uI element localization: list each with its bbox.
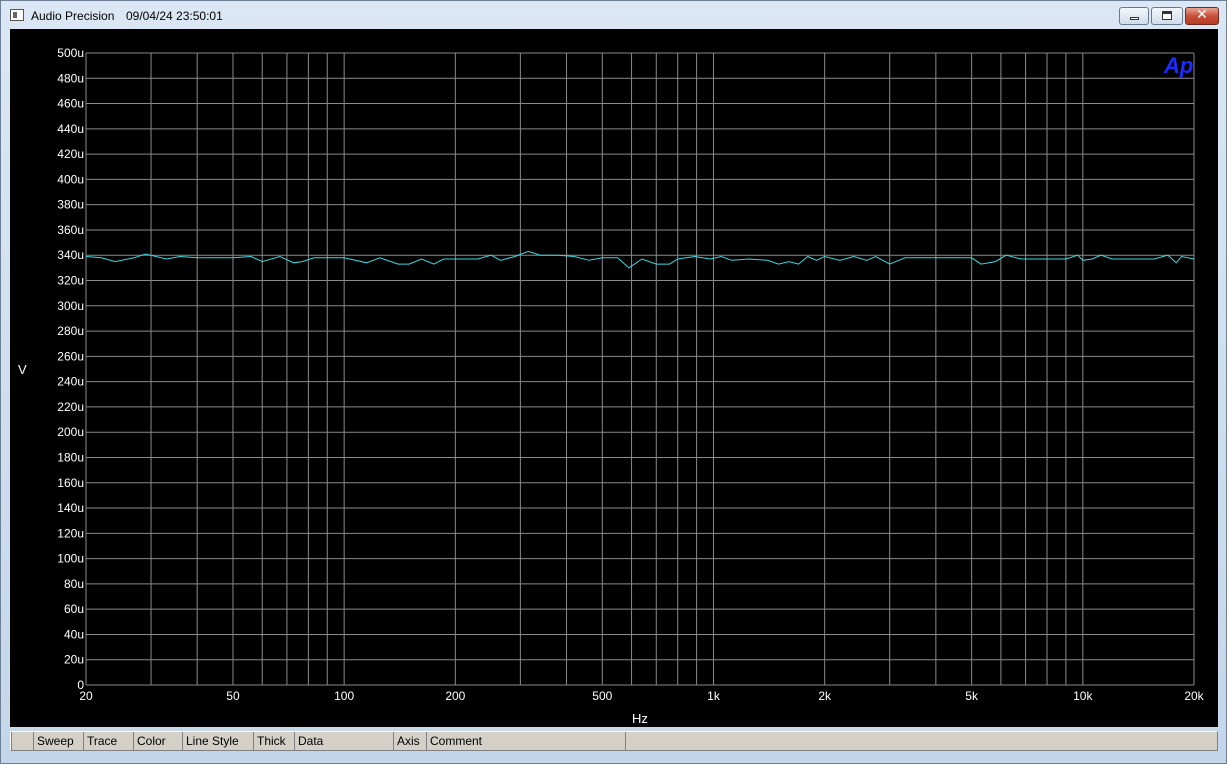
y-tick-label: 280u — [57, 324, 84, 338]
window-timestamp: 09/04/24 23:50:01 — [126, 9, 223, 23]
y-tick-label: 220u — [57, 400, 84, 414]
graph-area[interactable]: 0 20u 40u 60u 80u 100u 120u 140u 160u 180u 200u 220… — [10, 29, 1218, 727]
y-tick-label: 500u — [57, 46, 84, 60]
y-tick-label: 160u — [57, 476, 84, 490]
x-axis-label: Hz — [632, 711, 648, 726]
y-tick-label: 60u — [64, 602, 84, 616]
status-column-empty[interactable] — [11, 732, 33, 750]
status-column-data[interactable]: Data — [294, 732, 393, 750]
y-tick-label: 120u — [57, 526, 84, 540]
x-tick-label: 500 — [592, 689, 612, 703]
status-column-trace[interactable]: Trace — [83, 732, 133, 750]
y-tick-label: 80u — [64, 577, 84, 591]
y-axis-label: V — [18, 362, 27, 377]
x-tick-label: 50 — [226, 689, 240, 703]
y-tick-label: 140u — [57, 501, 84, 515]
close-icon: ✕ — [1196, 7, 1208, 23]
minimize-button[interactable] — [1119, 7, 1149, 25]
window-title: Audio Precision — [31, 9, 115, 23]
y-tick-label: 400u — [57, 172, 84, 186]
y-tick-label: 40u — [64, 627, 84, 641]
status-column-comment[interactable]: Comment — [426, 732, 625, 750]
y-tick-label: 180u — [57, 450, 84, 464]
trace-status-bar: Sweep Trace Color Line Style Thick Data Axis Co… — [10, 731, 1218, 751]
restore-icon — [1162, 11, 1172, 20]
x-tick-label: 10k — [1073, 689, 1093, 703]
y-tick-label: 480u — [57, 71, 84, 85]
ap-logo: Ap — [1163, 53, 1193, 78]
y-tick-label: 20u — [64, 653, 84, 667]
title-bar[interactable]: Audio Precision 09/04/24 23:50:01 ✕ — [1, 1, 1226, 29]
y-tick-label: 460u — [57, 97, 84, 111]
x-tick-label: 1k — [707, 689, 721, 703]
status-column-sweep[interactable]: Sweep — [33, 732, 83, 750]
y-tick-label: 240u — [57, 375, 84, 389]
status-column-color[interactable]: Color — [133, 732, 182, 750]
y-tick-label: 100u — [57, 552, 84, 566]
x-tick-label: 200 — [445, 689, 465, 703]
app-window: Audio Precision 09/04/24 23:50:01 ✕ 0 20u… — [0, 0, 1227, 764]
minimize-icon — [1130, 17, 1139, 20]
y-tick-label: 340u — [57, 248, 84, 262]
x-tick-label: 100 — [334, 689, 354, 703]
y-tick-label: 380u — [57, 198, 84, 212]
status-column-empty[interactable] — [625, 732, 1217, 750]
x-tick-labels: 20 50 100 200 500 1k 2k 5k 10k 20k — [79, 689, 1204, 703]
close-button[interactable]: ✕ — [1185, 7, 1219, 25]
y-tick-label: 360u — [57, 223, 84, 237]
x-tick-label: 2k — [818, 689, 832, 703]
y-tick-label: 320u — [57, 274, 84, 288]
x-tick-label: 20 — [79, 689, 93, 703]
y-tick-label: 440u — [57, 122, 84, 136]
y-tick-label: 200u — [57, 425, 84, 439]
chart-svg: 020u40u60u80u100u120u140u160u180u200u220… — [57, 46, 1204, 726]
status-column-thick[interactable]: Thick — [253, 732, 294, 750]
y-tick-label: 260u — [57, 349, 84, 363]
app-icon[interactable] — [10, 9, 24, 21]
x-tick-label: 20k — [1184, 689, 1204, 703]
data-trace[interactable] — [85, 250, 1195, 269]
y-tick-labels: 020u40u60u80u100u120u140u160u180u200u220… — [57, 46, 84, 692]
maximize-button[interactable] — [1151, 7, 1183, 25]
y-tick-label: 300u — [57, 299, 84, 313]
status-column-line-style[interactable]: Line Style — [182, 732, 253, 750]
status-column-axis[interactable]: Axis — [393, 732, 426, 750]
x-tick-label: 5k — [965, 689, 979, 703]
grid — [85, 52, 1195, 686]
y-tick-label: 420u — [57, 147, 84, 161]
